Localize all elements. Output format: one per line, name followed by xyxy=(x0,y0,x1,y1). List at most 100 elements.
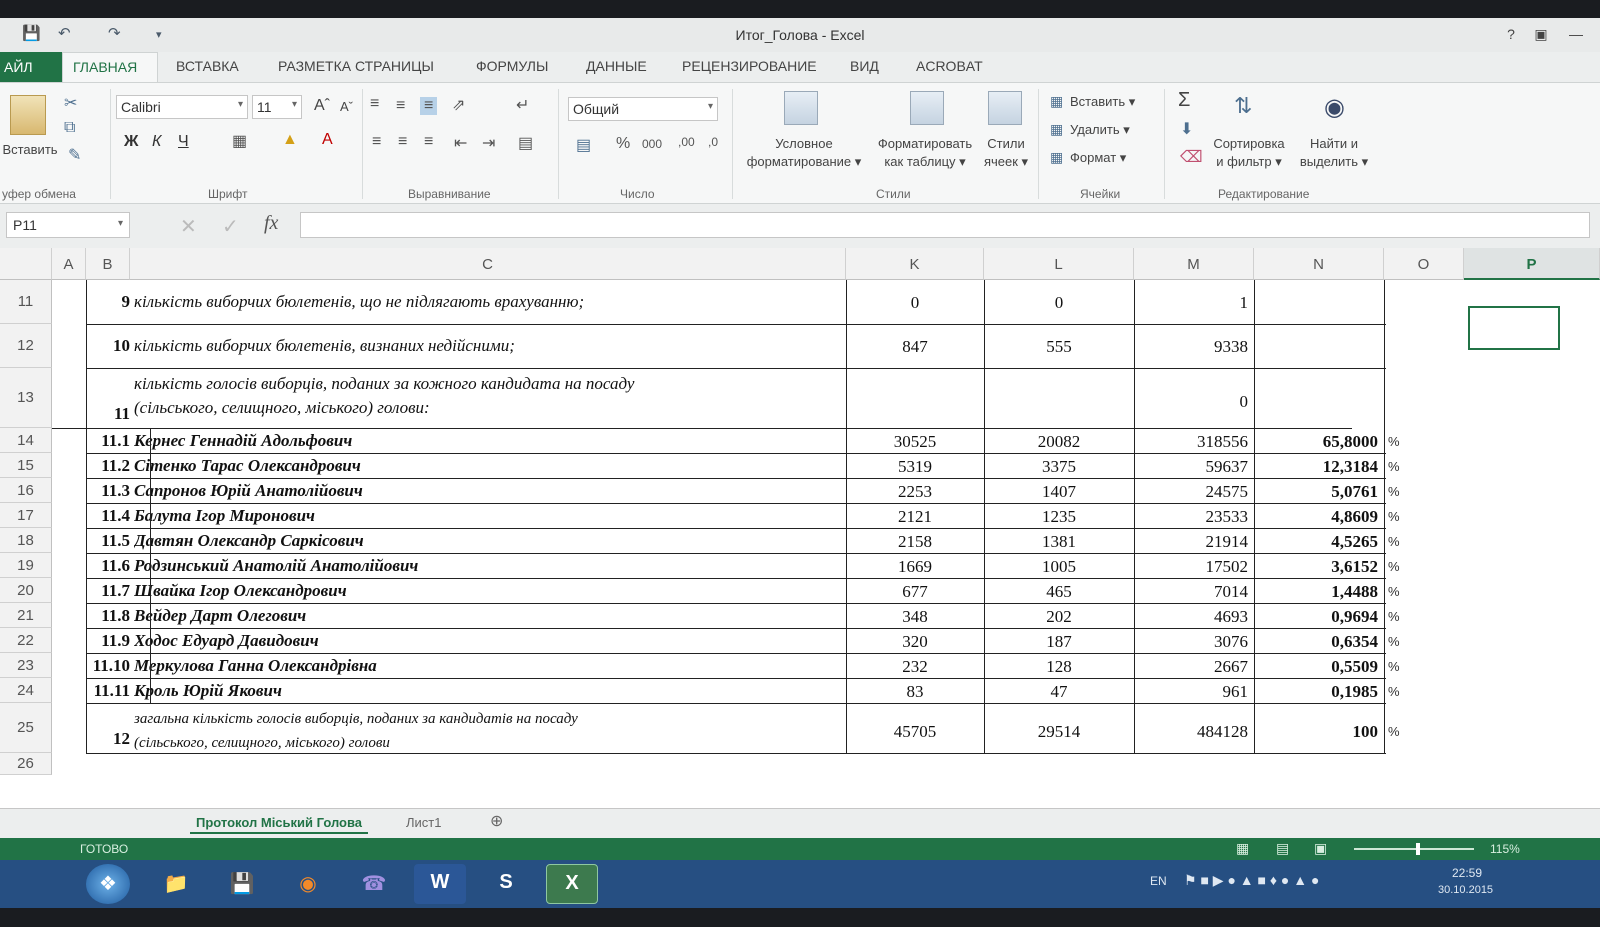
item-number[interactable]: 11 xyxy=(86,368,130,428)
candidate-name[interactable]: Кернес Геннадій Адольфович xyxy=(134,428,846,453)
wrap-text-icon[interactable]: ↵ xyxy=(516,95,529,115)
row-header[interactable]: 16 xyxy=(0,478,52,503)
page-break-view-icon[interactable]: ▣ xyxy=(1314,840,1327,857)
cell-k[interactable]: 30525 xyxy=(846,428,984,453)
autosum-icon[interactable]: Σ xyxy=(1178,89,1190,112)
align-middle-icon[interactable]: ≡ xyxy=(396,97,405,115)
cell-n[interactable]: 12,3184 xyxy=(1254,453,1384,478)
underline-button[interactable]: Ч xyxy=(178,133,189,151)
cell-l[interactable] xyxy=(984,368,1134,428)
row-header[interactable]: 18 xyxy=(0,528,52,553)
candidate-name[interactable]: Кроль Юрій Якович xyxy=(134,678,846,703)
fill-icon[interactable]: ⬇ xyxy=(1180,119,1193,139)
cell-m[interactable]: 961 xyxy=(1134,678,1254,703)
item-number[interactable]: 11.2 xyxy=(86,453,130,478)
row-header[interactable]: 13 xyxy=(0,368,52,428)
delete-cells-button[interactable]: Удалить ▾ xyxy=(1070,121,1130,139)
tab-formulas[interactable]: ФОРМУЛЫ xyxy=(476,58,548,74)
cell-m[interactable]: 0 xyxy=(1134,368,1254,428)
cell-n[interactable] xyxy=(1254,324,1384,368)
candidate-name[interactable]: Сітенко Тарас Олександрович xyxy=(134,453,846,478)
item-number[interactable]: 9 xyxy=(86,280,131,324)
item-number[interactable]: 12 xyxy=(86,703,130,753)
align-center-icon[interactable]: ≡ xyxy=(398,133,407,151)
column-header-b[interactable]: B xyxy=(86,248,130,280)
cell-k[interactable] xyxy=(846,368,984,428)
cell-l[interactable]: 1005 xyxy=(984,553,1134,578)
item-number[interactable]: 11.4 xyxy=(86,503,130,528)
cell-l[interactable]: 465 xyxy=(984,578,1134,603)
cell-l[interactable]: 3375 xyxy=(984,453,1134,478)
conditional-format-button[interactable]: Условное форматирование ▾ xyxy=(740,135,868,171)
sort-filter-button[interactable]: Сортировка и фильтр ▾ xyxy=(1212,135,1286,171)
row-header[interactable]: 23 xyxy=(0,653,52,678)
row-header[interactable]: 22 xyxy=(0,628,52,653)
item-number[interactable]: 11.1 xyxy=(86,428,130,453)
format-cells-icon[interactable]: ▦ xyxy=(1050,149,1063,166)
candidate-name[interactable]: Сапронов Юрій Анатолійович xyxy=(134,478,846,503)
cell-m[interactable]: 21914 xyxy=(1134,528,1254,553)
cell-k[interactable]: 2253 xyxy=(846,478,984,503)
cell-n[interactable]: 0,6354 xyxy=(1254,628,1384,653)
cut-icon[interactable]: ✂ xyxy=(64,93,77,113)
word-icon[interactable]: W xyxy=(414,864,466,904)
page-layout-view-icon[interactable]: ▤ xyxy=(1276,840,1289,857)
cell-k[interactable]: 5319 xyxy=(846,453,984,478)
item-number[interactable]: 11.3 xyxy=(86,478,130,503)
format-as-table-button[interactable]: Форматировать как таблицу ▾ xyxy=(872,135,978,171)
item-number[interactable]: 11.7 xyxy=(86,578,130,603)
candidate-name[interactable]: Родзинський Анатолій Анатолійович xyxy=(134,553,846,578)
tab-page-layout[interactable]: РАЗМЕТКА СТРАНИЦЫ xyxy=(278,58,434,74)
cell-l[interactable]: 47 xyxy=(984,678,1134,703)
cell-l[interactable]: 29514 xyxy=(984,703,1134,753)
cell-m[interactable]: 17502 xyxy=(1134,553,1254,578)
tab-data[interactable]: ДАННЫЕ xyxy=(586,58,647,74)
language-indicator[interactable]: EN xyxy=(1150,874,1167,888)
row-header[interactable]: 17 xyxy=(0,503,52,528)
cell-n[interactable]: 0,9694 xyxy=(1254,603,1384,628)
cell-m[interactable]: 23533 xyxy=(1134,503,1254,528)
find-select-button[interactable]: Найти и выделить ▾ xyxy=(1296,135,1372,171)
cell-l[interactable]: 1407 xyxy=(984,478,1134,503)
candidate-name[interactable]: Ходос Едуард Давидович xyxy=(134,628,846,653)
cell-k[interactable]: 45705 xyxy=(846,703,984,753)
cell-k[interactable]: 348 xyxy=(846,603,984,628)
comma-style-icon[interactable]: 000 xyxy=(642,137,662,151)
delete-cells-icon[interactable]: ▦ xyxy=(1050,121,1063,138)
cell-m[interactable]: 24575 xyxy=(1134,478,1254,503)
format-as-table-icon[interactable] xyxy=(910,91,944,125)
format-painter-icon[interactable]: ✎ xyxy=(68,145,81,165)
item-number[interactable]: 11.11 xyxy=(86,678,130,703)
font-name-select[interactable]: Calibri ▾ xyxy=(116,95,248,119)
row-header[interactable]: 25 xyxy=(0,703,52,753)
cell-l[interactable]: 1381 xyxy=(984,528,1134,553)
cell-n[interactable]: 4,8609 xyxy=(1254,503,1384,528)
column-header-c[interactable]: C xyxy=(130,248,846,280)
column-header-n[interactable]: N xyxy=(1254,248,1384,280)
cell-n[interactable]: 1,4488 xyxy=(1254,578,1384,603)
viber-icon[interactable]: ☎ xyxy=(348,864,400,904)
column-header-k[interactable]: K xyxy=(846,248,984,280)
normal-view-icon[interactable]: ▦ xyxy=(1236,840,1249,857)
decrease-indent-icon[interactable]: ⇤ xyxy=(454,133,467,153)
row-description[interactable]: загальна кількість голосів виборців, под… xyxy=(134,703,846,753)
cell-k[interactable]: 2121 xyxy=(846,503,984,528)
insert-cells-icon[interactable]: ▦ xyxy=(1050,93,1063,110)
add-sheet-icon[interactable]: ⊕ xyxy=(490,811,503,831)
format-cells-button[interactable]: Формат ▾ xyxy=(1070,149,1126,167)
tab-insert[interactable]: ВСТАВКА xyxy=(176,58,239,74)
row-description[interactable] xyxy=(134,753,846,775)
clear-icon[interactable]: ⌫ xyxy=(1180,147,1203,167)
row-header[interactable]: 20 xyxy=(0,578,52,603)
cell-m[interactable]: 484128 xyxy=(1134,703,1254,753)
item-number[interactable]: 11.10 xyxy=(86,653,130,678)
grow-font-icon[interactable]: Aˆ xyxy=(314,97,330,115)
column-header-o[interactable]: O xyxy=(1384,248,1464,280)
row-header[interactable]: 24 xyxy=(0,678,52,703)
italic-button[interactable]: К xyxy=(152,133,161,151)
name-box[interactable]: P11 ▾ xyxy=(6,212,130,238)
sheet-tab-protocol[interactable]: Протокол Міський Голова xyxy=(190,813,369,834)
accounting-format-icon[interactable]: ▤ xyxy=(576,135,591,155)
row-description[interactable]: кількість виборчих бюлетенів, що не підл… xyxy=(134,280,846,324)
cell-l[interactable]: 555 xyxy=(984,324,1134,368)
